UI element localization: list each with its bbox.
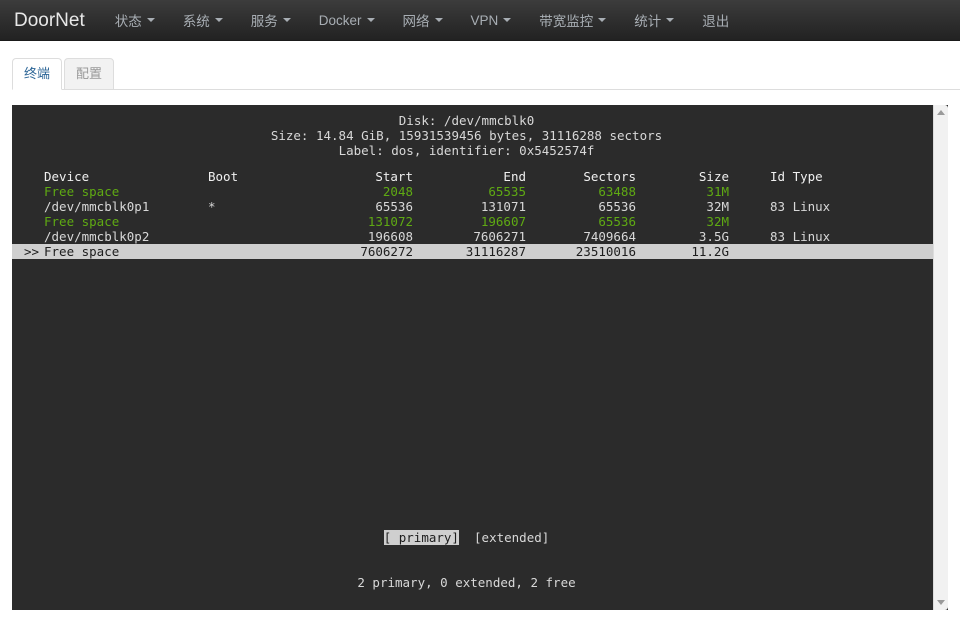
nav-item-vpn[interactable]: VPN <box>457 0 526 40</box>
disk-size-line: Size: 14.84 GiB, 15931539456 bytes, 3111… <box>270 128 663 143</box>
cell-end: 131071 <box>480 199 526 214</box>
nav-item-label: 状态 <box>114 14 142 29</box>
nav-item-label: Docker <box>318 12 362 28</box>
cell-start: 7606272 <box>360 244 413 259</box>
chevron-down-icon <box>282 18 291 22</box>
table-row-selected[interactable]: >> Free space 7606272 31116287 23510016 … <box>12 244 933 259</box>
nav-item-label: 退出 <box>702 14 730 29</box>
cell-device: Free space <box>44 214 120 229</box>
scroll-down-arrow-icon[interactable] <box>937 600 945 605</box>
table-row[interactable]: Free space 131072 196607 65536 32M <box>12 214 933 229</box>
disk-title-line: Disk: /dev/mmcblk0 <box>398 113 535 128</box>
scroll-up-arrow-icon[interactable] <box>937 110 945 115</box>
table-row[interactable]: /dev/mmcblk0p1 * 65536 131071 65536 32M … <box>12 199 933 214</box>
cell-start: 196608 <box>367 229 413 244</box>
nav-item-system[interactable]: 系统 <box>169 0 237 40</box>
tab-terminal[interactable]: 终端 <box>12 58 63 90</box>
cell-end: 7606271 <box>473 229 526 244</box>
cell-device: /dev/mmcblk0p2 <box>44 229 150 244</box>
button-extended[interactable]: [extended] <box>474 530 549 545</box>
nav-item-label: VPN <box>470 12 499 28</box>
nav-item-logout[interactable]: 退出 <box>688 0 743 40</box>
top-navbar: DoorNet 状态 系统 服务 Docker 网络 VPN 带宽监控 统计 退… <box>0 0 960 41</box>
tab-bar-container: 终端 配置 <box>0 41 960 90</box>
column-header-id-type: Id Type <box>770 169 823 184</box>
chevron-down-icon <box>366 18 375 22</box>
cell-size: 3.5G <box>698 229 729 244</box>
cell-size: 32M <box>706 199 729 214</box>
terminal-output[interactable]: Disk: /dev/mmcblk0 Size: 14.84 GiB, 1593… <box>12 105 933 610</box>
cell-end: 65535 <box>488 184 526 199</box>
nav-item-bandwidth-monitor[interactable]: 带宽监控 <box>525 0 620 40</box>
button-primary[interactable]: [ primary] <box>383 530 459 545</box>
cell-start: 131072 <box>367 214 413 229</box>
chevron-down-icon <box>214 18 223 22</box>
chevron-down-icon <box>598 18 607 22</box>
cell-end: 31116287 <box>465 244 526 259</box>
column-header-sectors: Sectors <box>583 169 636 184</box>
partition-table-header: Device Boot Start End Sectors Size Id Ty… <box>12 169 933 184</box>
nav-item-label: 带宽监控 <box>539 14 594 29</box>
tab-config[interactable]: 配置 <box>64 58 115 90</box>
nav-item-label: 服务 <box>250 14 278 29</box>
column-header-size: Size <box>698 169 729 184</box>
nav-item-label: 统计 <box>634 14 662 29</box>
chevron-down-icon <box>503 18 512 22</box>
partition-table: Device Boot Start End Sectors Size Id Ty… <box>12 169 933 259</box>
terminal-panel: Disk: /dev/mmcblk0 Size: 14.84 GiB, 1593… <box>12 105 948 610</box>
cell-size: 32M <box>706 214 729 229</box>
cell-sectors: 65536 <box>598 199 636 214</box>
cell-boot: * <box>208 199 216 214</box>
nav-item-label: 系统 <box>182 14 210 29</box>
cell-id-type: 83 Linux <box>770 229 831 244</box>
selection-marker: >> <box>24 244 40 259</box>
cell-start: 65536 <box>375 199 413 214</box>
column-header-start: Start <box>375 169 413 184</box>
nav-item-network[interactable]: 网络 <box>389 0 457 40</box>
tab-bar: 终端 配置 <box>12 58 960 90</box>
chevron-down-icon <box>146 18 155 22</box>
nav-item-services[interactable]: 服务 <box>237 0 305 40</box>
nav-item-label: 网络 <box>402 14 430 29</box>
disk-label-line: Label: dos, identifier: 0x5452574f <box>338 143 595 158</box>
cell-end: 196607 <box>480 214 526 229</box>
cell-start: 2048 <box>382 184 413 199</box>
cell-sectors: 63488 <box>598 184 636 199</box>
cell-size: 11.2G <box>691 244 729 259</box>
partition-summary: 2 primary, 0 extended, 2 free <box>357 575 576 590</box>
cell-id-type: 83 Linux <box>770 199 831 214</box>
cell-device: Free space <box>44 184 120 199</box>
column-header-device: Device <box>44 169 90 184</box>
navbar-menu: 状态 系统 服务 Docker 网络 VPN 带宽监控 统计 退出 <box>101 0 744 40</box>
cell-device: Free space <box>44 244 120 259</box>
nav-item-statistics[interactable]: 统计 <box>620 0 688 40</box>
column-header-boot: Boot <box>208 169 239 184</box>
table-row[interactable]: Free space 2048 65535 63488 31M <box>12 184 933 199</box>
column-header-end: End <box>503 169 526 184</box>
partition-type-buttons: [ primary] [extended] <box>12 530 921 545</box>
brand-logo[interactable]: DoorNet <box>0 0 101 40</box>
table-row[interactable]: /dev/mmcblk0p2 196608 7606271 7409664 3.… <box>12 229 933 244</box>
nav-item-docker[interactable]: Docker <box>305 0 389 40</box>
chevron-down-icon <box>434 18 443 22</box>
chevron-down-icon <box>666 18 675 22</box>
terminal-scrollbar[interactable] <box>933 105 948 610</box>
cell-device: /dev/mmcblk0p1 <box>44 199 150 214</box>
cell-sectors: 23510016 <box>575 244 636 259</box>
nav-item-status[interactable]: 状态 <box>101 0 169 40</box>
cell-size: 31M <box>706 184 729 199</box>
cell-sectors: 65536 <box>598 214 636 229</box>
cell-sectors: 7409664 <box>583 229 636 244</box>
